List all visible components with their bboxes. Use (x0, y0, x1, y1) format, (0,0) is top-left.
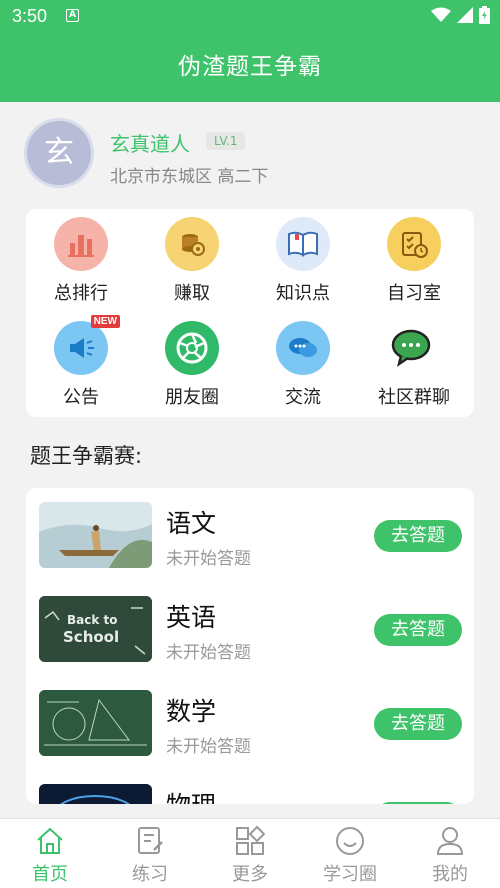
menu-item-ranking[interactable]: 总排行 (26, 217, 136, 305)
tab-more[interactable]: 更多 (200, 825, 300, 886)
start-quiz-button[interactable] (374, 802, 462, 804)
wechat-icon (387, 321, 441, 375)
menu-label: 朋友圈 (165, 387, 219, 408)
menu-label: 社区群聊 (378, 387, 450, 408)
menu-label: 交流 (285, 387, 321, 408)
circle-chat-icon (300, 825, 400, 857)
subject-row-math[interactable]: 数学 未开始答题 去答题 (26, 676, 474, 766)
ranking-icon (54, 217, 108, 271)
user-location-grade: 北京市东城区 高二下 (110, 167, 269, 187)
section-title: 题王争霸赛: (30, 444, 143, 468)
home-icon (0, 825, 100, 857)
physics-thumbnail (39, 784, 152, 804)
user-icon (400, 825, 500, 857)
username: 玄真道人 (110, 132, 190, 156)
subject-name: 数学 (166, 697, 217, 726)
menu-label: 自习室 (387, 283, 441, 304)
app-title: 伪渣题王争霸 (0, 32, 500, 102)
menu-label: 知识点 (276, 283, 330, 304)
subject-name: 英语 (166, 603, 217, 632)
subject-list: 语文 未开始答题 去答题 Back to School 英语 未开始答题 去答题… (26, 488, 474, 804)
subject-row-physics[interactable]: 物理 (26, 770, 474, 804)
english-thumbnail: Back to School (39, 596, 152, 662)
exercise-icon (100, 825, 200, 857)
menu-label: 总排行 (54, 283, 108, 304)
status-time: 3:50 (12, 6, 48, 26)
menu-item-community-chat[interactable]: 社区群聊 (359, 321, 469, 409)
coins-icon (165, 217, 219, 271)
tab-label: 学习圈 (323, 864, 377, 885)
avatar[interactable]: 玄 (24, 118, 94, 188)
aperture-icon (165, 321, 219, 375)
tab-home[interactable]: 首页 (0, 825, 100, 886)
menu-item-announcement[interactable]: NEW 公告 (26, 315, 136, 409)
signal-icon (457, 7, 473, 23)
tab-profile[interactable]: 我的 (400, 825, 500, 886)
subject-name: 物理 (166, 786, 216, 804)
menu-item-exchange[interactable]: 交流 (248, 321, 358, 409)
grid-icon (200, 825, 300, 857)
thumb-text-school: School (63, 628, 119, 646)
chinese-thumbnail (39, 502, 152, 568)
study-room-icon (387, 217, 441, 271)
subject-status: 未开始答题 (166, 549, 251, 569)
tab-label: 我的 (432, 864, 468, 885)
tab-label: 首页 (32, 864, 68, 885)
new-badge: NEW (90, 315, 120, 328)
book-icon (276, 217, 330, 271)
subject-status: 未开始答题 (166, 737, 251, 757)
chat-bubbles-icon (276, 321, 330, 375)
subject-name: 语文 (166, 509, 217, 538)
profile-section[interactable]: 玄 玄真道人 LV.1 北京市东城区 高二下 (0, 102, 500, 202)
menu-label: 赚取 (174, 283, 210, 304)
tab-label: 练习 (132, 864, 168, 885)
megaphone-icon: NEW (54, 315, 120, 375)
math-thumbnail (39, 690, 152, 756)
level-badge: LV.1 (206, 132, 246, 150)
menu-label: 公告 (63, 387, 99, 408)
menu-item-knowledge[interactable]: 知识点 (248, 217, 358, 305)
menu-item-earn[interactable]: 赚取 (137, 217, 247, 305)
start-quiz-button[interactable]: 去答题 (374, 614, 462, 646)
tab-label: 更多 (232, 864, 268, 885)
feature-menu: 总排行 赚取 知识点 自习室 NEW 公告 朋友圈 交流 社区群聊 (26, 209, 474, 417)
start-quiz-button[interactable]: 去答题 (374, 520, 462, 552)
menu-item-study-room[interactable]: 自习室 (359, 217, 469, 305)
status-bar: 3:50 A (0, 0, 500, 32)
battery-icon (479, 6, 490, 24)
start-quiz-button[interactable]: 去答题 (374, 708, 462, 740)
subject-status: 未开始答题 (166, 643, 251, 663)
menu-item-moments[interactable]: 朋友圈 (137, 321, 247, 409)
tab-study-circle[interactable]: 学习圈 (300, 825, 400, 886)
tab-exercise[interactable]: 练习 (100, 825, 200, 886)
subject-row-chinese[interactable]: 语文 未开始答题 去答题 (26, 488, 474, 578)
notification-a-icon: A (66, 9, 79, 22)
subject-row-english[interactable]: Back to School 英语 未开始答题 去答题 (26, 582, 474, 672)
bottom-tab-bar: 首页 练习 更多 学习圈 我的 (0, 818, 500, 888)
wifi-icon (431, 7, 451, 22)
thumb-text-back-to: Back to (67, 613, 118, 627)
